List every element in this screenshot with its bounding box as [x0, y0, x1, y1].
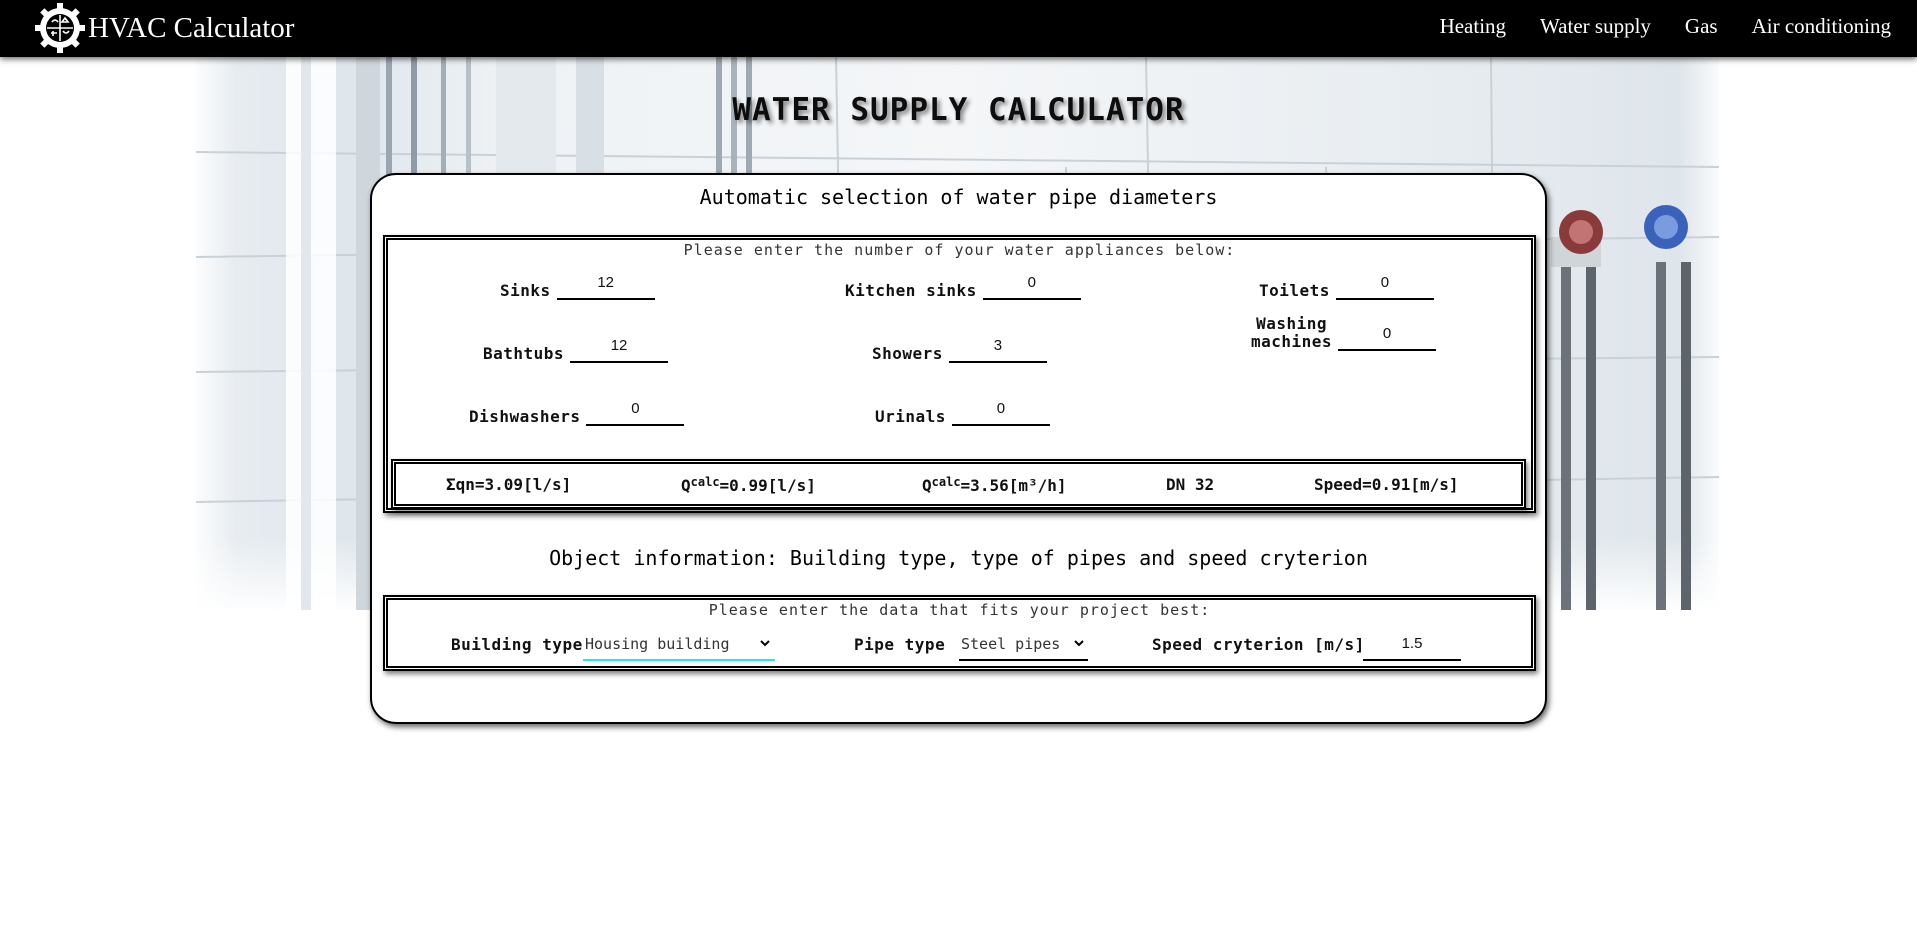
speed-criterion-label: Speed cryterion [m/s]	[1152, 635, 1365, 654]
sinks-label: Sinks	[500, 281, 551, 300]
bathtubs-input[interactable]	[570, 333, 669, 363]
urinals-label: Urinals	[875, 407, 946, 426]
q-calc-m3h-prefix: Q	[922, 476, 932, 495]
appliances-instruction: Please enter the number of your water ap…	[683, 241, 1236, 259]
dn-result: DN 32	[1166, 475, 1215, 494]
washing-machines-field: Washing machines	[1251, 315, 1437, 351]
top-navbar: HVAC Calculator Heating Water supply Gas…	[0, 0, 1917, 57]
main-nav: Heating Water supply Gas Air conditionin…	[1406, 0, 1891, 52]
chevron-down-icon	[1074, 640, 1084, 647]
brand-title: HVAC Calculator	[88, 11, 295, 44]
washing-machines-input[interactable]	[1338, 321, 1437, 351]
washing-machines-label: Washing machines	[1251, 315, 1332, 351]
showers-field: Showers	[872, 333, 1047, 363]
brand[interactable]: HVAC Calculator	[34, 2, 294, 54]
appliances-section-title: Automatic selection of water pipe diamet…	[699, 185, 1218, 209]
bathtubs-label: Bathtubs	[483, 344, 565, 363]
dishwashers-field: Dishwashers	[469, 396, 685, 426]
sinks-input[interactable]	[556, 270, 655, 300]
toilets-field: Toilets	[1259, 270, 1434, 300]
q-calc-ls-prefix: Q	[681, 476, 691, 495]
sinks-field: Sinks	[500, 270, 655, 300]
pipe-type-selected: Steel pipes	[961, 635, 1061, 653]
chevron-down-icon	[760, 640, 770, 647]
nav-heating[interactable]: Heating	[1440, 14, 1506, 39]
bathtubs-field: Bathtubs	[483, 333, 669, 363]
washing-machines-label-line2: machines	[1251, 332, 1333, 351]
speed-criterion-input[interactable]	[1363, 631, 1461, 661]
appliances-panel: Please enter the number of your water ap…	[383, 235, 1536, 513]
object-section-title: Object information: Building type, type …	[549, 546, 1368, 570]
nav-gas[interactable]: Gas	[1685, 14, 1718, 39]
gear-logo-icon	[35, 3, 85, 53]
nav-air-conditioning[interactable]: Air conditioning	[1752, 14, 1891, 39]
showers-input[interactable]	[948, 333, 1047, 363]
q-calc-m3h-sup: calc	[931, 475, 961, 489]
building-type-selected: Housing building	[585, 635, 730, 653]
kitchen-sinks-label: Kitchen sinks	[845, 281, 977, 300]
nav-water-supply[interactable]: Water supply	[1540, 14, 1651, 39]
object-instruction: Please enter the data that fits your pro…	[708, 601, 1211, 619]
pipe-type-label: Pipe type	[854, 635, 946, 654]
pipe-type-select[interactable]: Steel pipes	[959, 633, 1088, 661]
calculator-card: Automatic selection of water pipe diamet…	[370, 173, 1547, 724]
q-calc-ls-sup: calc	[690, 475, 720, 489]
q-calc-m3h-value: =3.56[m³/h]	[960, 476, 1067, 495]
results-panel: Σqn=3.09[l/s] Qcalc=0.99[l/s] Qcalc=3.56…	[391, 459, 1526, 509]
speed-result: Speed=0.91[m/s]	[1314, 475, 1459, 494]
showers-label: Showers	[872, 344, 943, 363]
toilets-input[interactable]	[1335, 270, 1434, 300]
dishwashers-input[interactable]	[586, 396, 685, 426]
urinals-input[interactable]	[951, 396, 1050, 426]
object-info-panel: Please enter the data that fits your pro…	[383, 595, 1536, 671]
dishwashers-label: Dishwashers	[469, 407, 581, 426]
sum-qn-result: Σqn=3.09[l/s]	[446, 475, 572, 494]
q-calc-m3h-result: Qcalc=3.56[m³/h]	[922, 475, 1067, 495]
kitchen-sinks-field: Kitchen sinks	[845, 270, 1081, 300]
urinals-field: Urinals	[875, 396, 1050, 426]
kitchen-sinks-input[interactable]	[982, 270, 1081, 300]
page-title: WATER SUPPLY CALCULATOR	[732, 92, 1185, 128]
building-type-select[interactable]: Housing building	[583, 633, 775, 661]
q-calc-ls-value: =0.99[l/s]	[719, 476, 816, 495]
washing-machines-label-line1: Washing	[1256, 314, 1327, 333]
q-calc-ls-result: Qcalc=0.99[l/s]	[681, 475, 816, 495]
building-type-label: Building type	[451, 635, 583, 654]
toilets-label: Toilets	[1259, 281, 1330, 300]
